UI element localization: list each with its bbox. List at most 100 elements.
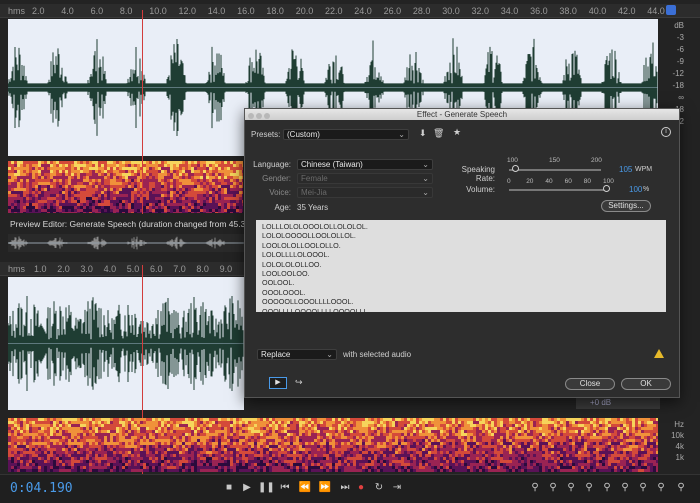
- voice-dropdown[interactable]: Mei-Jia ⌄: [297, 187, 433, 198]
- skip-icon[interactable]: ⇥: [390, 482, 404, 493]
- ruler-tick: 30.0: [442, 6, 460, 16]
- timeline-ruler-top[interactable]: hms 2.0 4.0 6.0 8.0 10.0 12.0 14.0 16.0 18.0 20.0…: [0, 4, 700, 18]
- ruler-tick: 18.0: [266, 6, 284, 16]
- ruler-tick: 26.0: [383, 6, 402, 16]
- hz-scale-bottom: Hz 10k 4k 1k: [662, 418, 690, 472]
- slider-tick-label: 150: [549, 157, 560, 164]
- chevron-down-icon: ⌄: [326, 350, 333, 359]
- record-icon[interactable]: ●: [354, 482, 368, 493]
- fast-forward-icon[interactable]: ⏩: [318, 482, 332, 493]
- presets-label: Presets:: [251, 130, 281, 139]
- ruler-tick: 32.0: [471, 6, 490, 16]
- zoom-left-icon[interactable]: ⚲: [636, 482, 650, 493]
- volume-value[interactable]: 100: [629, 185, 642, 194]
- speaking-rate-label: Speaking Rate:: [461, 165, 495, 183]
- language-dropdown[interactable]: Chinese (Taiwan) ⌄: [297, 159, 433, 170]
- ruler-tick: 6.0: [90, 6, 104, 16]
- slider-tick-label: 0: [507, 178, 511, 185]
- spectrogram-bottom[interactable]: [8, 418, 658, 472]
- save-preset-icon[interactable]: ⬇: [419, 128, 427, 139]
- home-icon[interactable]: [666, 5, 676, 15]
- overview-waveform[interactable]: [8, 234, 244, 252]
- speaking-rate-knob[interactable]: [511, 165, 519, 172]
- ruler-tick: 24.0: [354, 6, 372, 16]
- play-icon: ▶: [275, 379, 281, 386]
- speaking-rate-value[interactable]: 105: [619, 165, 632, 174]
- age-label: Age:: [274, 203, 291, 212]
- language-value: Chinese (Taiwan): [301, 160, 363, 169]
- zoom-out-time-icon[interactable]: ⚲: [582, 482, 596, 493]
- mode-dropdown[interactable]: Replace ⌄: [257, 349, 337, 360]
- settings-button[interactable]: Settings...: [601, 200, 651, 212]
- go-to-start-icon[interactable]: ⏮: [278, 482, 292, 493]
- slider-tick-label: 20: [526, 178, 534, 185]
- ruler-tick: 6.0: [150, 264, 163, 274]
- slider-tick-label: 200: [591, 157, 602, 164]
- go-to-end-icon[interactable]: ⏭: [338, 482, 352, 493]
- zoom-reset-icon[interactable]: ⚲: [674, 482, 688, 493]
- ruler-tick: 12.0: [178, 6, 197, 16]
- play-icon[interactable]: ▶: [240, 482, 254, 493]
- slider-tick-label: 100: [603, 178, 614, 185]
- zoom-selection-icon[interactable]: ⚲: [600, 482, 614, 493]
- dialog-titlebar[interactable]: Effect - Generate Speech: [245, 109, 679, 120]
- ruler-tick: 42.0: [618, 6, 636, 16]
- scale-label: 4k: [675, 442, 684, 451]
- volume-scale: 0 20 40 60 80 100: [507, 178, 614, 186]
- ruler-units: hms: [8, 6, 26, 16]
- speech-text-line: OOOLOOOL.: [262, 287, 306, 297]
- scale-label: -3: [676, 33, 684, 42]
- ruler-tick: 44.0: [647, 6, 665, 16]
- slider-tick-label: 100: [507, 157, 518, 164]
- zoom-in-time-icon[interactable]: ⚲: [564, 482, 578, 493]
- speaking-rate-track[interactable]: [509, 169, 601, 171]
- volume-knob[interactable]: [603, 185, 610, 192]
- stop-icon[interactable]: ■: [222, 482, 236, 493]
- speaking-rate-unit: WPM: [635, 166, 653, 173]
- spectrogram-top[interactable]: [8, 161, 243, 213]
- ruler-tick: 38.0: [559, 6, 577, 16]
- speech-text-line: LOOLOLOLLOOLOLLO.: [262, 240, 341, 250]
- ruler-tick: 28.0: [412, 6, 431, 16]
- age-value: 35 Years: [297, 203, 329, 212]
- favorite-star-icon[interactable]: ★: [453, 127, 461, 138]
- ruler-tick: 40.0: [588, 6, 607, 16]
- ok-button[interactable]: OK: [621, 378, 671, 390]
- zoom-out-amplitude-icon[interactable]: ⚲: [546, 482, 560, 493]
- timeline-ruler-bottom[interactable]: hms 1.0 2.0 3.0 4.0 5.0 6.0 7.0 8.0 9.0: [0, 262, 244, 276]
- preview-editor-label: Preview Editor: Generate Speech (duratio…: [10, 219, 276, 229]
- rewind-icon[interactable]: ⏪: [298, 482, 312, 493]
- scale-label: -18: [672, 81, 684, 90]
- ruler-tick: 5.0: [126, 264, 140, 274]
- pause-icon[interactable]: ❚❚: [258, 482, 275, 493]
- gender-dropdown[interactable]: Female ⌄: [297, 173, 433, 184]
- loop-preview-icon[interactable]: ↪: [295, 377, 303, 388]
- speech-text-line: LOLOLOOOOLLOOLOLLOL.: [262, 231, 356, 241]
- current-time[interactable]: 0:04.190: [10, 481, 73, 496]
- ruler-tick: 36.0: [530, 6, 548, 16]
- slider-tick-label: 40: [545, 178, 553, 185]
- ruler-tick: 2.0: [32, 6, 45, 16]
- delete-preset-icon[interactable]: 🗑: [433, 128, 444, 139]
- ruler-tick: 8.0: [196, 264, 209, 274]
- ruler-tick: 2.0: [57, 264, 70, 274]
- waveform-bottom[interactable]: [8, 277, 244, 410]
- mode-value: Replace: [261, 350, 291, 359]
- loop-icon[interactable]: ↻: [372, 482, 386, 493]
- zoom-right-icon[interactable]: ⚲: [654, 482, 668, 493]
- playhead-top[interactable]: [142, 10, 143, 214]
- speech-text-area[interactable]: LOLLLOLOLOOOLOLLOLOLOL. LOLOLOOOOLLOOLOLL…: [256, 220, 666, 312]
- preview-play-button[interactable]: ▶: [269, 377, 287, 389]
- scale-label: dB: [674, 21, 684, 30]
- close-button[interactable]: Close: [565, 378, 615, 390]
- speech-text-line: OOOLLLLOOOOLLLLOOOOLLL.: [262, 306, 370, 312]
- slider-tick-label: 80: [583, 178, 592, 185]
- info-icon[interactable]: i: [661, 127, 671, 137]
- speech-text-line: OOLOOL.: [262, 278, 295, 288]
- zoom-in-amplitude-icon[interactable]: ⚲: [528, 482, 542, 493]
- presets-dropdown[interactable]: (Custom) ⌄: [283, 129, 409, 140]
- presets-value: (Custom): [287, 130, 320, 139]
- volume-track[interactable]: [509, 189, 609, 191]
- zoom-full-icon[interactable]: ⚲: [618, 482, 632, 493]
- window-controls[interactable]: [248, 111, 272, 122]
